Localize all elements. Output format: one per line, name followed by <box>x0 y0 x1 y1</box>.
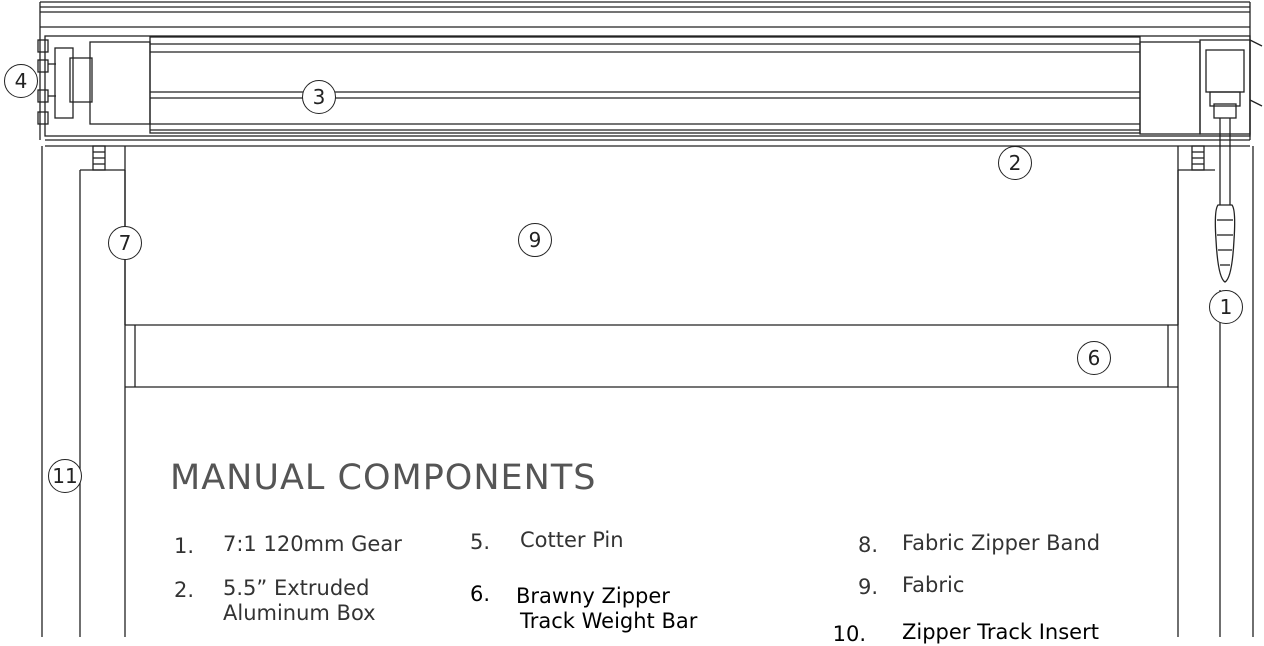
callout-9: 9 <box>518 223 552 257</box>
components-heading: MANUAL COMPONENTS <box>170 458 597 498</box>
component-label: Zipper Track Insert <box>902 620 1099 644</box>
callout-3: 3 <box>302 80 336 114</box>
right-end-cap <box>1139 39 1263 135</box>
crank-handle <box>1214 118 1236 283</box>
left-side-track <box>41 146 126 637</box>
weight-bar <box>125 324 1178 388</box>
component-label: 5.5” Extruded <box>223 576 370 600</box>
component-label: Brawny Zipper <box>516 584 670 608</box>
component-number: 10. <box>832 622 866 646</box>
left-end-cap <box>37 39 151 125</box>
component-label: Fabric <box>902 573 965 597</box>
component-number: 2. <box>173 578 194 602</box>
component-number: 5. <box>469 530 490 554</box>
callout-4: 4 <box>4 64 38 98</box>
callout-6: 6 <box>1077 341 1111 375</box>
springs <box>92 145 1205 171</box>
component-label: Cotter Pin <box>520 528 624 552</box>
callout-1: 1 <box>1209 290 1243 324</box>
component-number: 8. <box>857 533 878 557</box>
component-number: 6. <box>469 582 490 606</box>
callout-11: 11 <box>48 459 82 493</box>
callout-7: 7 <box>108 226 142 260</box>
callout-2: 2 <box>998 146 1032 180</box>
component-label: Fabric Zipper Band <box>902 531 1101 555</box>
component-number: 9. <box>857 575 878 599</box>
roller-tube <box>149 36 1141 134</box>
component-label-line2: Track Weight Bar <box>520 609 698 633</box>
component-number: 1. <box>173 534 194 558</box>
component-label-line2: Aluminum Box <box>223 601 376 625</box>
top-frame <box>39 1 1251 140</box>
component-label: 7:1 120mm Gear <box>223 532 402 556</box>
